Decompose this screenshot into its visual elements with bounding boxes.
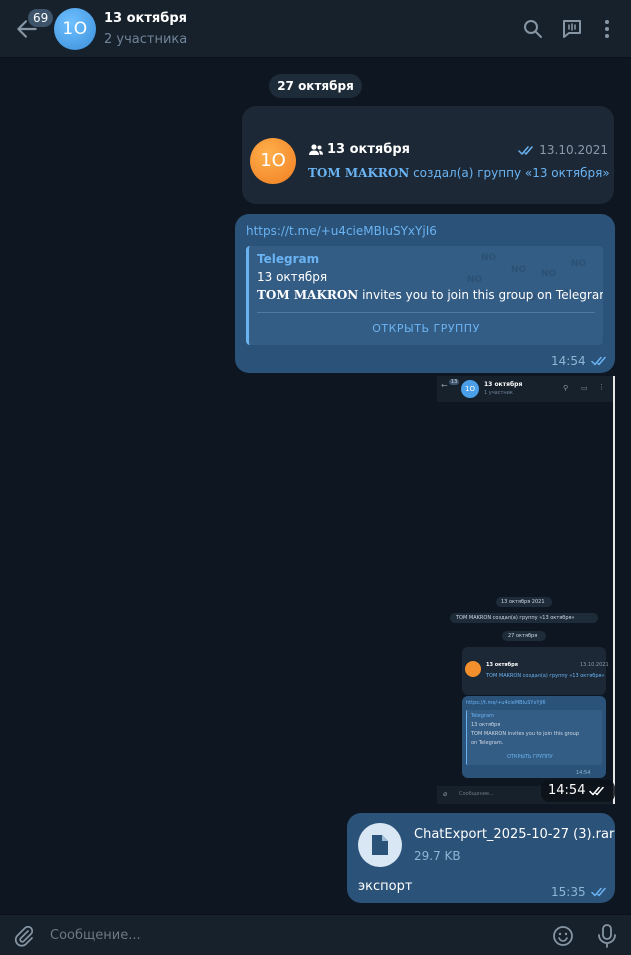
video-chat-icon[interactable] <box>560 17 584 41</box>
mini-date-pill-2: 27 октября <box>502 631 546 641</box>
unread-count-badge: 69 <box>28 9 54 27</box>
double-check-icon <box>518 145 534 155</box>
screenshot-image[interactable]: ← 13 1O 13 октября 1 участник ⚲ ▭ ⋮ 13 о… <box>437 376 615 804</box>
group-avatar: 1O <box>250 138 296 184</box>
mini-badge: 13 <box>449 379 460 385</box>
file-name[interactable]: ChatExport_2025-10-27 (3).rar <box>414 827 614 842</box>
svg-text:NO: NO <box>571 259 587 269</box>
preview-divider <box>257 312 595 313</box>
open-group-button[interactable]: ОТКРЫТЬ ГРУППУ <box>249 316 603 342</box>
mini-link-message: https://t.me/+u4cieMBIuSYxYjI6 Telegram … <box>462 696 606 778</box>
svg-text:NO: NO <box>541 269 557 279</box>
mini-more-icon: ⋮ <box>598 383 605 391</box>
file-message[interactable]: ChatExport_2025-10-27 (3).rar 29.7 KB эк… <box>347 813 615 903</box>
mini-attach-icon: ⌀ <box>443 790 448 798</box>
emoji-icon[interactable] <box>551 924 575 948</box>
mini-service-line: TOM MAKRON создал(а) группу «13 октября» <box>450 613 598 623</box>
mini-search-icon: ⚲ <box>563 384 569 392</box>
chat-subtitle: 2 участника <box>104 32 188 47</box>
mini-group-card: 13 октября 13.10.2021 TOM MAKRON создал(… <box>462 647 609 695</box>
preview-description: TOM MAKRON invites you to join this grou… <box>257 288 603 302</box>
mini-back-arrow-icon: ← <box>441 381 448 390</box>
search-icon[interactable] <box>521 17 545 41</box>
double-check-icon <box>591 887 606 897</box>
message-input[interactable] <box>50 923 530 947</box>
mini-date-pill: 13 октября 2021 <box>496 597 552 607</box>
group-card-title: 13 октября <box>327 142 410 157</box>
mini-title: 13 октября <box>484 381 523 388</box>
mini-link-preview: Telegram 13 октября TOM MAKRON invites y… <box>466 710 602 765</box>
file-size: 29.7 KB <box>414 849 461 863</box>
link-preview[interactable]: NO NO NO NO NO NO NO Telegram 13 октября TOM … <box>246 246 603 345</box>
file-caption: экспорт <box>358 879 413 894</box>
group-icon <box>309 144 323 155</box>
image-time-overlay: 14:54 <box>541 780 615 802</box>
svg-text:NO: NO <box>511 265 527 275</box>
group-card-date: 13.10.2021 <box>518 143 608 157</box>
preview-title: 13 октября <box>257 270 328 284</box>
group-card-text: TOM MAKRON создал(а) группу «13 октября» <box>308 166 610 180</box>
message-time: 14:54 <box>551 354 586 368</box>
svg-text:NO: NO <box>467 275 483 285</box>
mini-header: ← 13 1O 13 октября 1 участник ⚲ ▭ ⋮ <box>437 376 613 402</box>
message-time: 14:54 <box>548 783 586 798</box>
message-time: 15:35 <box>551 885 586 899</box>
chat-avatar[interactable]: 1O <box>54 8 96 50</box>
attach-icon[interactable] <box>12 924 36 948</box>
mini-subtitle: 1 участник <box>484 390 513 396</box>
message-composer <box>0 914 631 955</box>
mic-icon[interactable] <box>595 923 619 949</box>
link-message[interactable]: https://t.me/+u4cieMBIuSYxYjI6 NO NO NO NO … <box>235 214 615 373</box>
double-check-icon <box>589 786 604 796</box>
mini-chat-icon: ▭ <box>581 384 588 392</box>
chat-header: 69 1O 13 октября 2 участника <box>0 0 631 58</box>
double-check-icon <box>591 356 606 366</box>
date-separator: 27 октября <box>269 74 362 98</box>
invite-link[interactable]: https://t.me/+u4cieMBIuSYxYjI6 <box>246 224 437 238</box>
file-icon[interactable] <box>358 823 402 867</box>
preview-site-name: Telegram <box>257 252 320 266</box>
chat-title[interactable]: 13 октября <box>104 11 187 26</box>
svg-text:NO: NO <box>481 253 497 263</box>
mini-group-avatar <box>465 661 481 677</box>
group-created-card[interactable]: 1O 13 октября 13.10.2021 TOM MAKRON созд… <box>242 106 614 204</box>
mini-avatar: 1O <box>461 380 479 398</box>
more-vert-icon[interactable] <box>595 17 619 41</box>
